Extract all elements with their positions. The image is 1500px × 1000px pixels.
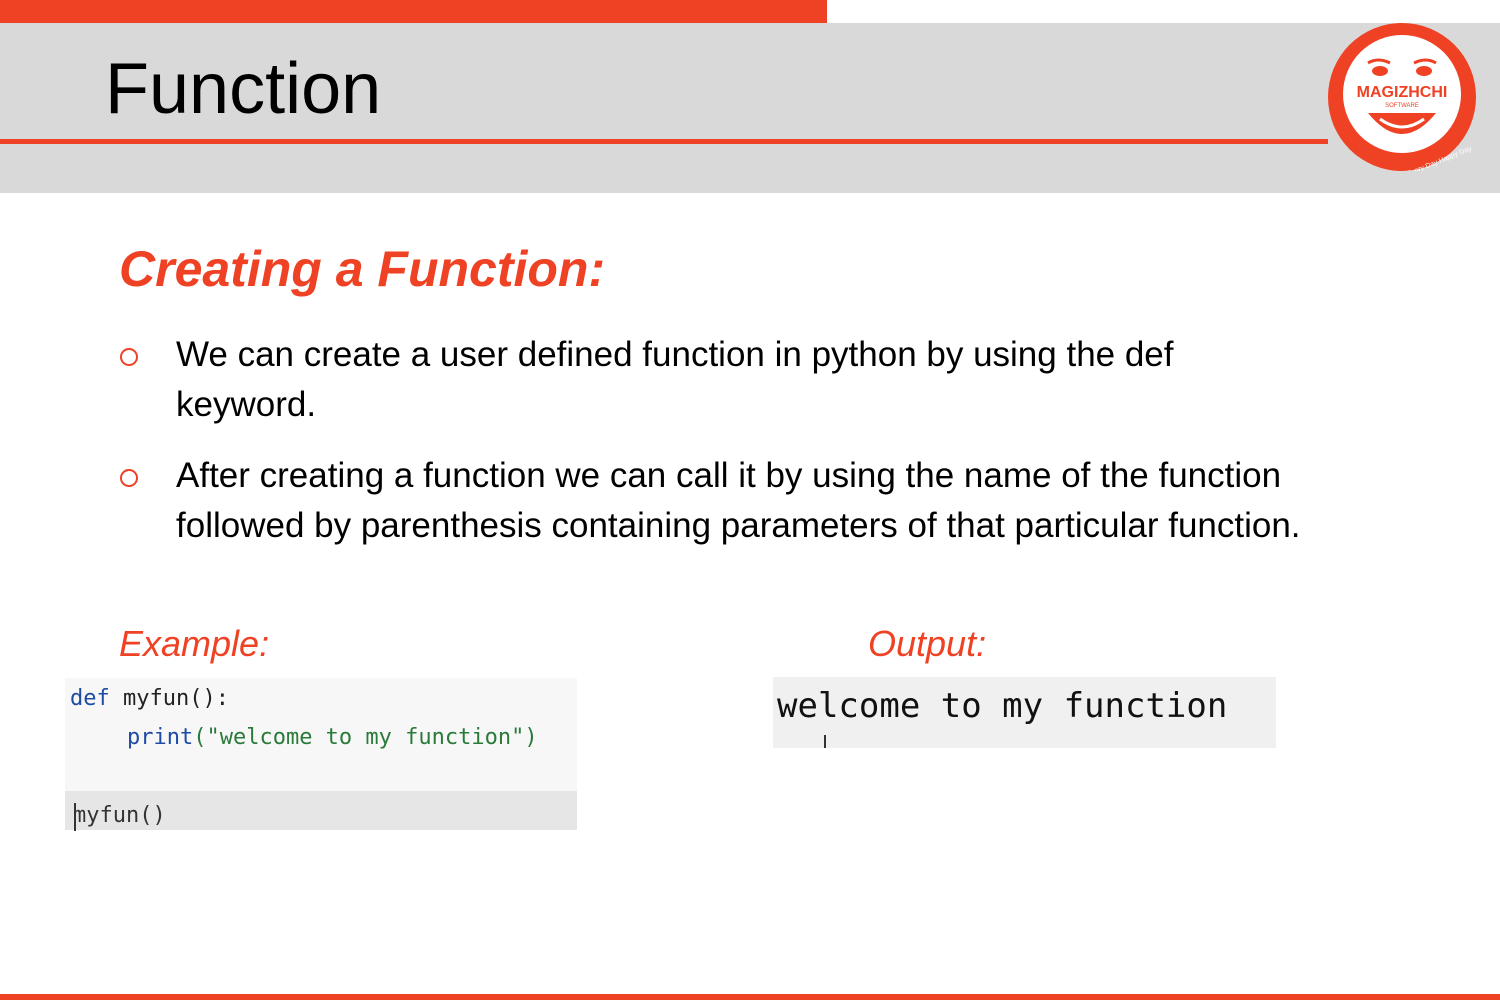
code-print-string: ("welcome to my function") [193, 725, 538, 750]
code-def-rest: myfun(): [123, 686, 229, 711]
code-call-text: myfun() [73, 803, 166, 828]
code-call-cell[interactable]: myfun() [65, 791, 577, 831]
circle-bullet-icon [120, 348, 138, 366]
logo-name: MAGIZHCHI [1357, 84, 1448, 101]
bullet-list: We can create a user defined function in… [118, 330, 1318, 572]
magizhchi-logo: MAGIZHCHI SOFTWARE Every Day Happy Day [1328, 23, 1476, 171]
top-accent-bar [0, 0, 827, 23]
output-label: Output: [868, 623, 987, 664]
code-def-keyword: def [70, 686, 110, 711]
code-print-line: print("welcome to my function") [127, 725, 538, 750]
bottom-rule [0, 994, 1500, 1000]
bullet-text: After creating a function we can call it… [176, 456, 1301, 545]
bullet-item: We can create a user defined function in… [118, 330, 1318, 430]
output-text: welcome to my function [777, 686, 1228, 726]
code-def-line: def myfun(): [70, 686, 229, 711]
example-label: Example: [119, 623, 270, 664]
text-cursor [74, 803, 76, 831]
output-cursor [824, 735, 826, 748]
bullet-item: After creating a function we can call it… [118, 451, 1318, 551]
section-heading: Creating a Function: [119, 241, 606, 297]
slide-title: Function [105, 49, 382, 129]
bullet-text: We can create a user defined function in… [176, 335, 1174, 424]
header-rule [0, 139, 1328, 144]
code-example: def myfun(): print("welcome to my functi… [65, 678, 577, 831]
code-output: welcome to my function [773, 677, 1276, 748]
logo-sub: SOFTWARE [1385, 103, 1419, 109]
circle-bullet-icon [120, 469, 138, 487]
code-print-keyword: print [127, 725, 194, 750]
